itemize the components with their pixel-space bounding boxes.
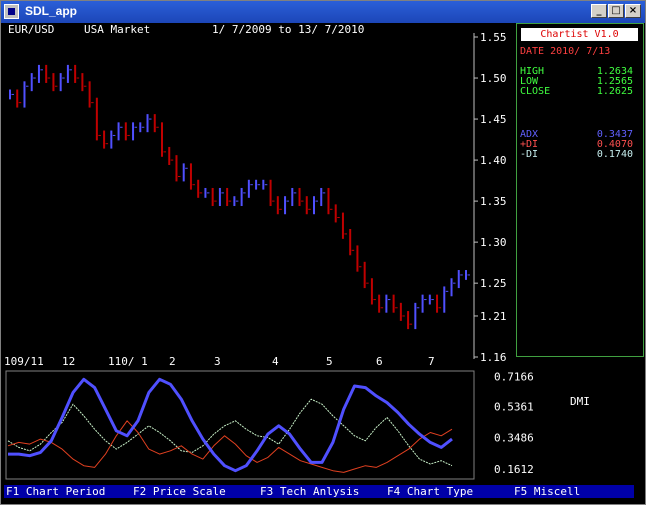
dmi-tick-label: 0.5361 (494, 401, 534, 414)
f1-chart-period-button[interactable]: F1 Chart Period (6, 485, 105, 498)
price-tick-label: 1.55 (480, 31, 507, 44)
dmi-label: DMI (570, 395, 590, 408)
time-tick-label: 12 (62, 355, 75, 368)
time-tick-label: 2 (169, 355, 176, 368)
info-panel: Chartist V1.0 DATE 2010/ 7/13 HIGH 1.263… (516, 23, 644, 357)
close-button[interactable]: × (625, 4, 641, 18)
date-readout: DATE 2010/ 7/13 (520, 46, 611, 57)
time-tick-label: 110/ 1 (108, 355, 148, 368)
time-tick-label: 4 (272, 355, 279, 368)
dmi-tick-label: 0.7166 (494, 371, 534, 384)
price-tick-label: 1.40 (480, 154, 507, 167)
f3-tech-analysis-button[interactable]: F3 Tech Anlysis (260, 485, 359, 498)
mdi-line (7, 398, 453, 467)
mdi-value: 0.1740 (596, 149, 633, 160)
price-tick-label: 1.21 (480, 310, 507, 323)
minimize-button[interactable]: _ (591, 4, 607, 18)
time-tick-label: 109/11 (4, 355, 44, 368)
chart-area: EUR/USD USA Market 1/ 7/2009 to 13/ 7/20… (4, 23, 644, 503)
f5-miscell-button[interactable]: F5 Miscell (514, 485, 580, 498)
f2-price-scale-button[interactable]: F2 Price Scale (133, 485, 226, 498)
adx-line (8, 377, 453, 473)
close-value: 1.2625 (596, 86, 633, 97)
mdi-label: -DI (520, 149, 539, 160)
time-tick-label: 6 (376, 355, 383, 368)
time-tick-label: 5 (326, 355, 333, 368)
function-key-bar: F1 Chart Period F2 Price Scale F3 Tech A… (4, 485, 634, 498)
app-badge: Chartist V1.0 (521, 28, 638, 41)
price-tick-label: 1.45 (480, 113, 507, 126)
price-tick-label: 1.30 (480, 236, 507, 249)
dmi-tick-label: 0.1612 (494, 463, 534, 476)
price-tick-label: 1.50 (480, 72, 507, 85)
window-title: SDL_app (25, 4, 78, 18)
title-bar[interactable]: SDL_app _ □ × (1, 1, 645, 23)
close-label: CLOSE (520, 86, 551, 97)
price-tick-label: 1.25 (480, 277, 507, 290)
pdi-line (7, 420, 453, 473)
time-tick-label: 7 (428, 355, 435, 368)
price-tick-label: 1.16 (480, 351, 507, 364)
price-tick-label: 1.35 (480, 195, 507, 208)
f4-chart-type-button[interactable]: F4 Chart Type (387, 485, 473, 498)
app-window: SDL_app _ □ × EUR/USD USA Market 1/ 7/20… (0, 0, 646, 505)
dmi-tick-label: 0.3486 (494, 432, 534, 445)
time-tick-label: 3 (214, 355, 221, 368)
maximize-button[interactable]: □ (608, 4, 624, 18)
app-icon (4, 4, 19, 19)
